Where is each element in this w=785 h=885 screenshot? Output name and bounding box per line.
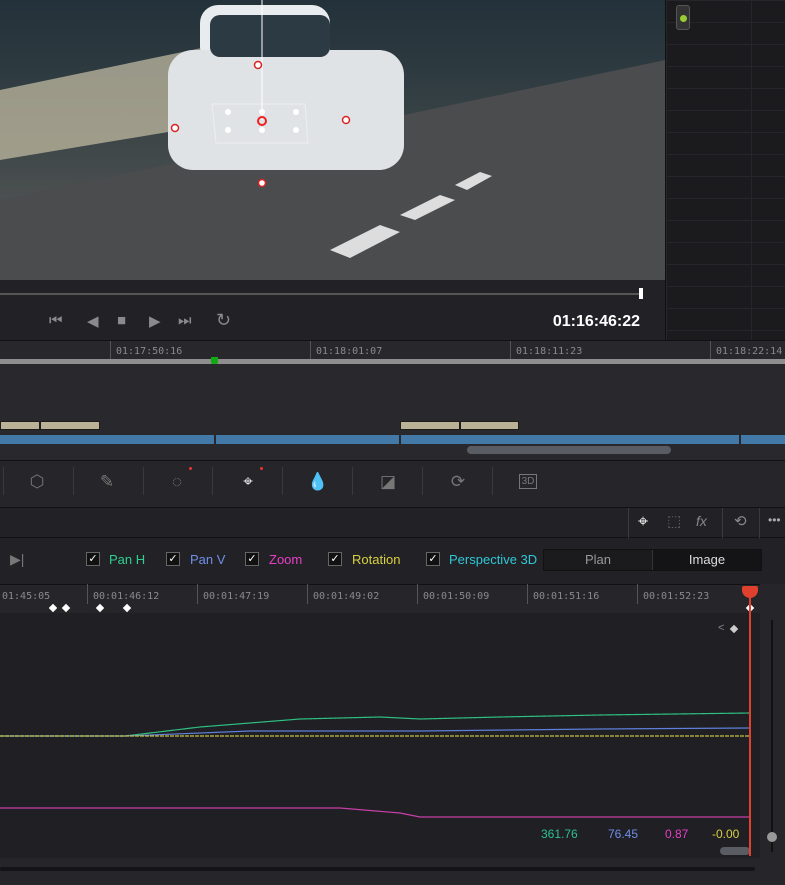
- reset-icon[interactable]: ⟲: [734, 512, 747, 530]
- clip[interactable]: [40, 421, 100, 430]
- separator: [759, 508, 760, 538]
- checkbox-pan-v[interactable]: ✓: [166, 552, 180, 566]
- crosshair-icon[interactable]: ⌖: [638, 511, 648, 532]
- skip-to-start-icon[interactable]: ⏮: [49, 312, 63, 329]
- curve-zoom: [0, 807, 750, 818]
- ruler-label: 00:01:47:19: [197, 584, 269, 604]
- prev-keyframe-icon[interactable]: <: [718, 622, 724, 634]
- value-pan-v: 76.45: [608, 827, 639, 841]
- checkbox-perspective-3d[interactable]: ✓: [426, 552, 440, 566]
- stop-icon[interactable]: ■: [117, 312, 126, 329]
- video-viewer[interactable]: [0, 0, 665, 280]
- video-clip[interactable]: [0, 435, 214, 444]
- scrubber-bar[interactable]: [0, 293, 642, 295]
- separator: [73, 467, 74, 495]
- tracker-icon[interactable]: ⌖: [233, 470, 263, 494]
- video-clip[interactable]: [216, 435, 399, 444]
- separator: [422, 467, 423, 495]
- magic-mask-icon[interactable]: 💧: [303, 470, 333, 494]
- ruler-label: 00:01:52:23: [637, 584, 709, 604]
- label-zoom: Zoom: [269, 552, 303, 567]
- label-pan-v: Pan V: [190, 552, 226, 567]
- separator: [628, 508, 629, 538]
- separator: [722, 508, 723, 538]
- tracker-graph[interactable]: [0, 613, 760, 858]
- checkbox-pan-h[interactable]: ✓: [86, 552, 100, 566]
- separator: [143, 467, 144, 495]
- mode-toggle: Plan Image: [543, 549, 762, 571]
- horizontal-scrollbar[interactable]: [0, 867, 755, 871]
- checkbox-rotation[interactable]: ✓: [328, 552, 342, 566]
- clip[interactable]: [400, 421, 460, 430]
- next-keyframe-icon[interactable]: ▶|: [10, 551, 24, 568]
- timeline-ruler[interactable]: 01:17:50:16 01:18:01:07 01:18:11:23 01:1…: [0, 340, 785, 361]
- ruler-label: 00:01:46:12: [87, 584, 159, 604]
- scrubber-handle[interactable]: [639, 288, 643, 299]
- ruler-label: 01:18:11:23: [510, 341, 582, 361]
- loop-icon[interactable]: ↻: [216, 310, 231, 331]
- 3d-label: 3D: [518, 474, 538, 489]
- value-rotation: -0.00: [712, 827, 740, 841]
- separator: [352, 467, 353, 495]
- ruler-label: 01:18:22:14: [710, 341, 782, 361]
- graph-scrollbar[interactable]: [720, 847, 750, 855]
- video-clip[interactable]: [741, 435, 785, 444]
- warper-icon[interactable]: ⬡: [22, 470, 52, 494]
- separator: [282, 467, 283, 495]
- separator: [3, 467, 4, 495]
- step-back-icon[interactable]: ◀: [87, 312, 99, 330]
- active-indicator: [260, 467, 263, 470]
- mode-plan-button[interactable]: Plan: [544, 550, 652, 570]
- fx-icon[interactable]: fx: [696, 513, 707, 529]
- zoom-slider-knob[interactable]: [767, 832, 777, 842]
- active-indicator: [189, 467, 192, 470]
- ruler-label: 01:17:50:16: [110, 341, 182, 361]
- separator: [212, 467, 213, 495]
- tracker-curves: [0, 712, 751, 818]
- node-editor[interactable]: [665, 0, 785, 340]
- ruler-label: 00:01:51:16: [527, 584, 599, 604]
- skip-to-end-icon[interactable]: ⏭: [178, 312, 192, 329]
- checkbox-zoom[interactable]: ✓: [245, 552, 259, 566]
- node-output-dot[interactable]: [680, 15, 687, 22]
- node[interactable]: [676, 5, 690, 30]
- ruler-label: 01:45:05: [0, 584, 50, 604]
- window-icon[interactable]: ◌: [162, 470, 192, 494]
- more-icon[interactable]: •••: [768, 513, 781, 527]
- video-frame: [0, 0, 665, 280]
- ruler-label: 00:01:49:02: [307, 584, 379, 604]
- timecode: 01:16:46:22: [552, 313, 640, 330]
- qualifier-eyedropper-icon[interactable]: ✎: [92, 470, 122, 494]
- ruler-label: 01:18:01:07: [310, 341, 382, 361]
- curve-pan-v: [0, 727, 751, 737]
- play-icon[interactable]: ▶: [149, 312, 161, 330]
- ruler-label: 00:01:50:09: [417, 584, 489, 604]
- value-pan-h: 361.76: [541, 827, 578, 841]
- curve-pan-h: [0, 712, 751, 737]
- label-rotation: Rotation: [352, 552, 401, 567]
- timeline-scrollbar[interactable]: [467, 446, 671, 454]
- zoom-slider-track[interactable]: [771, 620, 773, 852]
- clip[interactable]: [0, 421, 40, 430]
- sizing-icon[interactable]: ⟳: [443, 470, 473, 494]
- mode-image-button[interactable]: Image: [652, 550, 761, 570]
- cube-icon[interactable]: ⬚: [667, 512, 681, 530]
- value-zoom: 0.87: [665, 827, 689, 841]
- separator: [492, 467, 493, 495]
- playhead-line[interactable]: [749, 590, 751, 856]
- 3d-icon[interactable]: 3D: [513, 470, 543, 494]
- video-clip[interactable]: [401, 435, 739, 444]
- label-pan-h: Pan H: [109, 552, 146, 567]
- bottom-bar: [0, 858, 785, 885]
- label-perspective-3d: Perspective 3D: [449, 552, 538, 567]
- clip[interactable]: [460, 421, 519, 430]
- transport-bar: [0, 280, 665, 340]
- blur-icon[interactable]: ◪: [373, 470, 403, 494]
